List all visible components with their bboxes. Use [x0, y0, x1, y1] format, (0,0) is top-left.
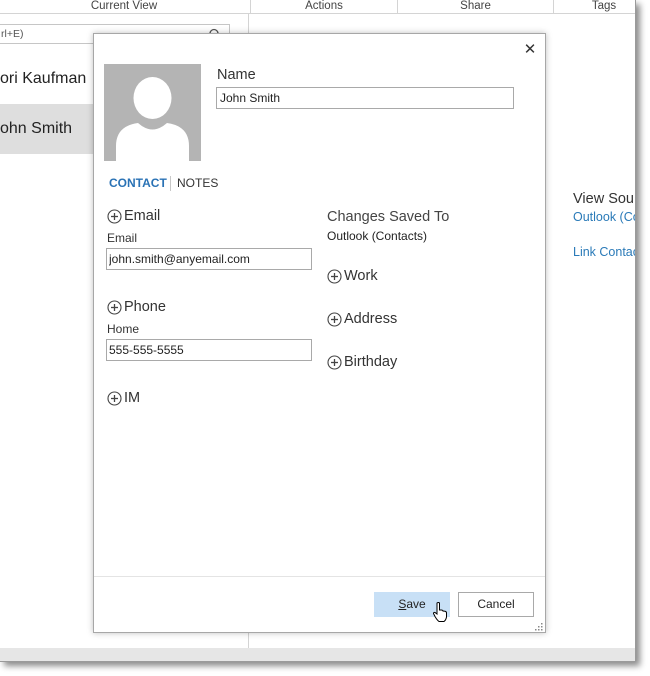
contact-photo-placeholder[interactable]	[104, 64, 201, 161]
ribbon-group-actions: Actions	[305, 0, 343, 12]
resize-grip-icon[interactable]	[534, 622, 544, 632]
email-header: Email	[124, 208, 161, 224]
birthday-header: Birthday	[344, 354, 398, 370]
phone-header: Phone	[124, 299, 166, 315]
tab-contact[interactable]: CONTACT	[109, 176, 167, 190]
dialog-footer-divider	[94, 576, 545, 577]
add-birthday-button[interactable]: Birthday	[327, 354, 397, 370]
outlook-contacts-link[interactable]: Outlook (Co	[573, 210, 635, 224]
address-header: Address	[344, 311, 398, 327]
plus-circle-icon	[107, 208, 122, 224]
save-label: ave	[406, 597, 426, 611]
tab-separator	[170, 176, 171, 191]
name-label: Name	[217, 67, 256, 83]
ribbon-group-labels: Current View Actions Share Tags	[0, 0, 635, 14]
plus-circle-icon	[327, 311, 342, 327]
changes-saved-to-label: Changes Saved To	[327, 209, 450, 225]
ribbon-group-current-view: Current View	[90, 0, 158, 12]
outlook-window: Current View Actions Share Tags rl+E) or…	[0, 0, 636, 662]
link-contacts-link[interactable]: Link Contac	[573, 245, 635, 259]
phone-sublabel: Home	[107, 322, 140, 336]
email-sublabel: Email	[107, 231, 138, 245]
add-email-button[interactable]: Email	[107, 208, 160, 224]
phone-field[interactable]	[106, 339, 312, 361]
im-header: IM	[124, 390, 141, 406]
close-button[interactable]: ✕	[522, 42, 538, 58]
changes-saved-to-value: Outlook (Contacts)	[327, 229, 428, 243]
mouse-pointer-icon	[432, 602, 447, 622]
cancel-button[interactable]: Cancel	[458, 592, 534, 617]
add-address-button[interactable]: Address	[327, 311, 397, 327]
view-source-heading: View Sou	[573, 191, 634, 207]
name-field[interactable]	[216, 87, 514, 109]
person-silhouette-icon	[104, 64, 201, 161]
work-header: Work	[344, 268, 378, 284]
plus-circle-icon	[107, 299, 122, 315]
tab-notes[interactable]: NOTES	[177, 176, 218, 190]
plus-circle-icon	[327, 354, 342, 370]
status-bar	[0, 648, 635, 661]
plus-circle-icon	[107, 390, 122, 406]
add-phone-button[interactable]: Phone	[107, 299, 166, 315]
plus-circle-icon	[327, 268, 342, 284]
email-field[interactable]	[106, 248, 312, 270]
ribbon-group-tags: Tags	[591, 0, 617, 12]
add-im-button[interactable]: IM	[107, 390, 140, 406]
ribbon-group-share: Share	[460, 0, 491, 12]
edit-contact-dialog: ✕ Name CONTACT NOTES Email Email	[93, 33, 546, 633]
add-work-button[interactable]: Work	[327, 268, 378, 284]
